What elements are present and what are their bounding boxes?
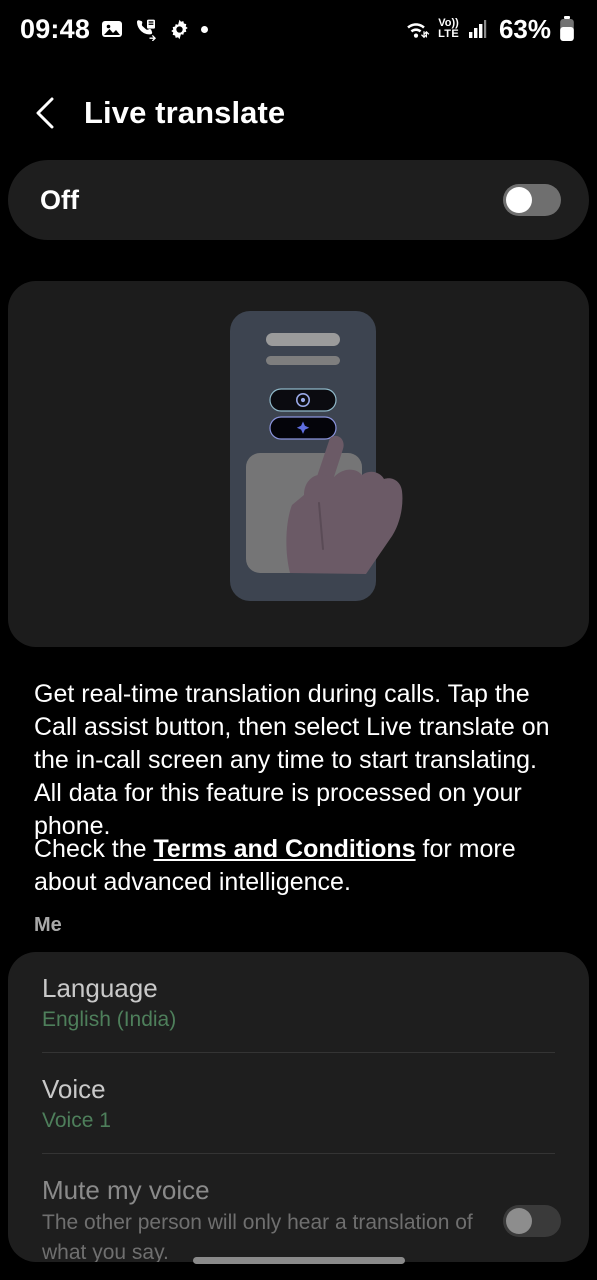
mute-my-voice-knob bbox=[506, 1208, 532, 1234]
home-gesture-bar[interactable] bbox=[192, 1257, 405, 1264]
battery-icon bbox=[559, 16, 575, 42]
terms-paragraph: Check the Terms and Conditions for more … bbox=[34, 833, 562, 899]
status-bar: 09:48 Vo)) LTE 63% bbox=[0, 0, 597, 58]
back-button[interactable] bbox=[28, 93, 62, 133]
language-row-value: English (India) bbox=[42, 1008, 177, 1031]
feature-description-paragraph: Get real-time translation during calls. … bbox=[34, 680, 550, 840]
setting-row-voice[interactable]: Voice Voice 1 bbox=[8, 1053, 589, 1135]
terms-prefix-text: Check the bbox=[34, 835, 154, 863]
battery-percent-label: 63% bbox=[498, 13, 551, 44]
live-translate-master-toggle-card[interactable]: Off bbox=[8, 160, 589, 240]
gear-icon bbox=[168, 18, 191, 41]
setting-row-mute-my-voice[interactable]: Mute my voice The other person will only… bbox=[8, 1154, 589, 1262]
setting-row-language[interactable]: Language English (India) bbox=[8, 952, 589, 1034]
signal-icon bbox=[467, 18, 491, 40]
mute-my-voice-switch[interactable] bbox=[503, 1205, 561, 1237]
mute-my-voice-description: The other person will only hear a transl… bbox=[42, 1211, 473, 1262]
master-toggle-label: Off bbox=[40, 184, 79, 215]
call-log-icon bbox=[134, 17, 158, 41]
master-toggle-knob bbox=[506, 187, 532, 213]
app-header: Live translate bbox=[0, 80, 597, 146]
status-bar-right: Vo)) LTE 63% bbox=[404, 14, 575, 45]
feature-illustration-card bbox=[8, 281, 589, 647]
wifi-icon bbox=[404, 17, 430, 41]
status-bar-clock: 09:48 bbox=[20, 13, 91, 44]
chevron-left-icon bbox=[36, 97, 54, 129]
live-translate-tap-illustration bbox=[230, 311, 403, 601]
settings-card: Language English (India) Voice Voice 1 M… bbox=[8, 952, 589, 1262]
voice-row-title: Voice bbox=[42, 1074, 106, 1104]
voice-row-value: Voice 1 bbox=[42, 1109, 111, 1132]
status-bar-left: 09:48 bbox=[20, 13, 209, 45]
phone-screen: 09:48 Vo)) LTE 63% Live translate Off Ge… bbox=[0, 0, 597, 1280]
master-toggle-switch[interactable] bbox=[503, 184, 561, 216]
dot-icon bbox=[201, 25, 209, 33]
image-icon bbox=[100, 17, 124, 41]
mute-my-voice-title: Mute my voice bbox=[42, 1175, 210, 1205]
volte-icon: Vo)) LTE bbox=[438, 17, 459, 40]
section-header-me: Me bbox=[34, 914, 62, 936]
terms-and-conditions-link[interactable]: Terms and Conditions bbox=[154, 835, 416, 863]
page-title: Live translate bbox=[84, 95, 286, 130]
language-row-title: Language bbox=[42, 973, 158, 1003]
